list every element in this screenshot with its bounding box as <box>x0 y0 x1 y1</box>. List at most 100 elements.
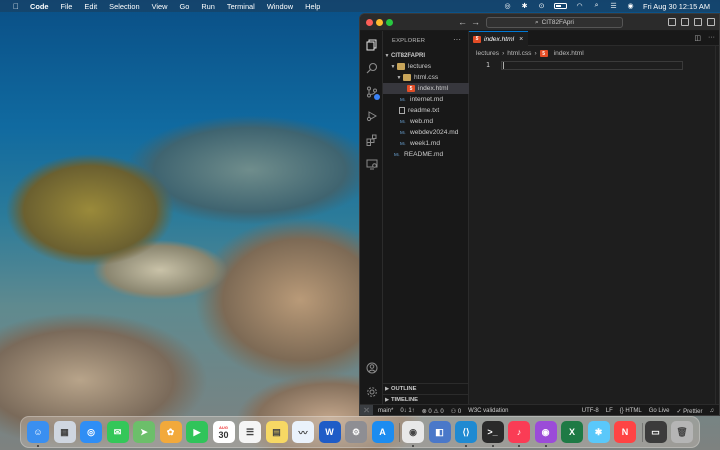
chevron-right-icon: ▶ <box>385 397 389 403</box>
dock-podcasts-icon[interactable]: ◉ <box>534 421 557 443</box>
dock-photos-icon[interactable]: ✿ <box>159 421 182 443</box>
menu-terminal[interactable]: Terminal <box>227 2 255 11</box>
dock-reminders-icon[interactable]: ☰ <box>239 421 261 443</box>
menu-run[interactable]: Run <box>201 2 215 11</box>
line-ending[interactable]: LF <box>606 408 613 414</box>
dock-maps-icon[interactable]: ➤ <box>133 421 155 443</box>
dock-messages-icon[interactable]: ✉ <box>106 421 129 443</box>
dock-screen-icon[interactable]: ▭ <box>644 421 667 443</box>
dock-chrome-icon[interactable]: ◉ <box>402 421 424 443</box>
outline-section[interactable]: ▶ OUTLINE <box>383 383 469 394</box>
dock-notes-icon[interactable]: ▤ <box>265 421 288 443</box>
search-icon[interactable]: ⌕ <box>592 2 601 10</box>
tab-index-html[interactable]: 5 index.html × <box>469 31 528 46</box>
breadcrumb-html-css[interactable]: html.css <box>507 50 531 57</box>
bluetooth-icon[interactable]: ✱ <box>520 2 529 10</box>
minimize-window-button[interactable] <box>376 19 383 26</box>
menu-edit[interactable]: Edit <box>84 2 97 11</box>
editor-current-line[interactable] <box>501 61 683 70</box>
apple-menu-icon[interactable]:  <box>11 1 21 11</box>
menu-window[interactable]: Window <box>267 2 293 11</box>
battery-icon[interactable] <box>554 3 568 9</box>
search-icon[interactable] <box>365 61 378 74</box>
run-debug-icon[interactable] <box>365 109 378 122</box>
creative-cloud-icon[interactable]: ◎ <box>503 2 512 10</box>
dock-finder-icon[interactable]: ☺ <box>27 421 49 443</box>
dock-facetime-icon[interactable]: ▶ <box>186 421 208 443</box>
settings-gear-icon[interactable] <box>365 385 378 398</box>
breadcrumb-index-html[interactable]: index.html <box>554 50 584 57</box>
remote-explorer-icon[interactable] <box>365 157 378 170</box>
git-sync[interactable]: 0↓ 1↑ <box>400 408 414 414</box>
git-branch[interactable]: main* <box>378 408 393 414</box>
breadcrumb-lectures[interactable]: lectures <box>476 50 499 57</box>
wifi-icon[interactable]: ◠ <box>575 2 584 10</box>
dock-terminal-icon[interactable]: >_ <box>481 421 504 443</box>
dock-safari-icon[interactable]: ◎ <box>80 421 102 443</box>
breadcrumb-separator: › <box>502 50 505 57</box>
dock-vs-code-icon[interactable]: ⟨⟩ <box>455 421 477 443</box>
command-center-search[interactable]: ⌕ CIT82FApri <box>486 17 623 28</box>
ports-indicator[interactable]: ⚇ 0 <box>451 408 461 415</box>
control-center-icon[interactable]: ☰ <box>609 2 618 10</box>
menu-app-name[interactable]: Code <box>30 2 48 11</box>
tree-file-index-html[interactable]: 5 index.html <box>383 83 469 94</box>
notifications-bell-icon[interactable]: ♫ <box>710 408 715 414</box>
forward-arrow-icon[interactable]: → <box>471 17 480 27</box>
explorer-more-icon[interactable]: ··· <box>453 35 461 44</box>
tree-folder-html-css[interactable]: ▼ html.css <box>383 72 469 83</box>
tree-file-webdev2024-md[interactable]: M↓ webdev2024.md <box>383 127 469 138</box>
more-actions-icon[interactable]: ··· <box>708 34 715 42</box>
prettier-status[interactable]: ✓ Prettier <box>676 408 702 415</box>
go-live-button[interactable]: Go Live <box>649 408 670 414</box>
tree-folder-lectures[interactable]: ▼ lectures <box>383 61 469 72</box>
screen-record-icon[interactable]: ⊙ <box>537 2 546 10</box>
split-editor-icon[interactable]: ◫ <box>694 34 701 42</box>
dock-trash-icon[interactable]: 🗑 <box>671 421 693 443</box>
dock-music-icon[interactable]: ♪ <box>508 421 530 443</box>
customize-layout-icon[interactable] <box>707 18 715 26</box>
close-window-button[interactable] <box>366 19 373 26</box>
tree-file-internet-md[interactable]: M↓ internet.md <box>383 94 469 105</box>
menu-clock[interactable]: Fri Aug 30 12:15 AM <box>643 2 710 11</box>
tree-file-readme-md[interactable]: M↓ README.md <box>383 149 469 160</box>
siri-icon[interactable]: ◉ <box>626 2 635 10</box>
remote-indicator-icon[interactable]: ⤫ <box>360 405 373 415</box>
source-control-icon[interactable] <box>365 85 380 100</box>
tree-file-web-md[interactable]: M↓ web.md <box>383 116 469 127</box>
w3c-validation[interactable]: W3C validation <box>468 408 508 414</box>
chevron-down-icon: ▼ <box>396 74 402 81</box>
problems-indicator[interactable]: ⊗ 0 ⚠ 0 <box>422 408 444 415</box>
encoding[interactable]: UTF-8 <box>582 408 599 414</box>
toggle-secondary-sidebar-icon[interactable] <box>694 18 702 26</box>
dock-launchpad-icon[interactable]: ▦ <box>53 421 76 443</box>
dock-word-icon[interactable]: W <box>318 421 341 443</box>
dock-app-store-icon[interactable]: A <box>371 421 394 443</box>
dock-excel-icon[interactable]: X <box>561 421 583 443</box>
menu-view[interactable]: View <box>152 2 168 11</box>
dock-preview-icon[interactable]: ◧ <box>428 421 451 443</box>
tree-file-week1-md[interactable]: M↓ week1.md <box>383 138 469 149</box>
workspace-root[interactable]: ▼ CIT82FAPRI <box>383 50 469 61</box>
close-tab-icon[interactable]: × <box>519 36 523 43</box>
explorer-icon[interactable] <box>365 38 378 51</box>
editor-scrollbar[interactable] <box>715 46 719 404</box>
back-arrow-icon[interactable]: ← <box>458 17 467 27</box>
zoom-window-button[interactable] <box>386 19 393 26</box>
running-indicator <box>491 445 494 447</box>
toggle-primary-sidebar-icon[interactable] <box>668 18 676 26</box>
dock-pinwheel-icon[interactable]: ✱ <box>587 421 610 443</box>
menu-file[interactable]: File <box>60 2 72 11</box>
account-icon[interactable] <box>365 361 378 374</box>
extensions-icon[interactable] <box>365 133 378 146</box>
menu-selection[interactable]: Selection <box>109 2 139 11</box>
dock-calendar-icon[interactable]: AUG 30 <box>212 421 235 443</box>
dock-system-settings-icon[interactable]: ⚙ <box>345 421 367 443</box>
language-mode[interactable]: {} HTML <box>620 408 642 414</box>
menu-help[interactable]: Help <box>305 2 320 11</box>
dock-news-icon[interactable]: N <box>614 421 636 443</box>
menu-go[interactable]: Go <box>179 2 189 11</box>
toggle-panel-icon[interactable] <box>681 18 689 26</box>
dock-freeform-icon[interactable]: 〰 <box>292 421 314 443</box>
tree-file-readme-txt[interactable]: readme.txt <box>383 105 469 116</box>
